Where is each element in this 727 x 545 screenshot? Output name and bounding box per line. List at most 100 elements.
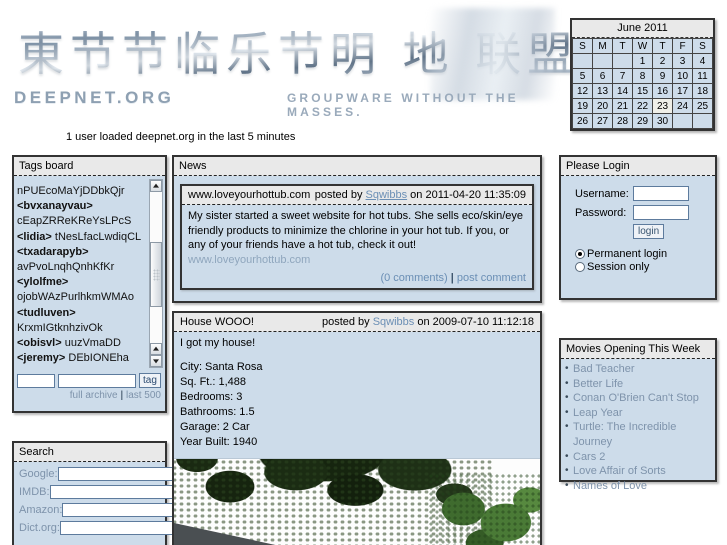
news-panel: News www.loveyourhottub.com posted by Sq… bbox=[172, 155, 542, 303]
calendar-day[interactable]: 11 bbox=[692, 68, 713, 84]
list-item[interactable]: Leap Year bbox=[565, 406, 715, 421]
calendar-weekday-row: S M T W T F S bbox=[572, 38, 713, 54]
scroll-up-icon[interactable] bbox=[150, 180, 162, 192]
scroll-up-icon[interactable] bbox=[150, 343, 162, 355]
list-item[interactable]: Conan O'Brien Can't Stop bbox=[565, 391, 715, 406]
calendar-day[interactable]: 2 bbox=[652, 53, 673, 69]
news-post-comments-link[interactable]: (0 comments) bbox=[380, 272, 447, 284]
calendar-day[interactable]: 27 bbox=[592, 113, 613, 129]
movies-panel-title: Movies Opening This Week bbox=[561, 340, 715, 359]
on-label: on bbox=[417, 316, 430, 328]
session-only-option[interactable]: Session only bbox=[575, 261, 709, 273]
calendar-widget[interactable]: June 2011 S M T W T F S 1 2 3 4 5 6 7 8 … bbox=[570, 18, 715, 131]
login-form: Username: Password: login Permanent logi… bbox=[561, 176, 715, 278]
tags-board-title: Tags board bbox=[14, 157, 165, 176]
movie-link[interactable]: Cars 2 bbox=[573, 451, 605, 463]
tags-board-scrollbar[interactable] bbox=[149, 179, 163, 368]
list-item[interactable]: Cars 2 bbox=[565, 450, 715, 465]
search-panel-title: Search bbox=[14, 443, 165, 462]
list-item[interactable]: Turtle: The Incredible Journey bbox=[565, 420, 715, 449]
tag-name-field-wrap bbox=[17, 373, 55, 388]
calendar-day[interactable]: 20 bbox=[592, 98, 613, 114]
tag-submit-button[interactable]: tag bbox=[139, 373, 161, 388]
search-row-amazon: Amazon: Go bbox=[19, 502, 225, 517]
calendar-day[interactable]: 6 bbox=[592, 68, 613, 84]
radio-selected-icon[interactable] bbox=[575, 249, 585, 259]
calendar-weekday: S bbox=[692, 38, 713, 54]
calendar-day[interactable]: 30 bbox=[652, 113, 673, 129]
tag-name-input[interactable] bbox=[17, 373, 55, 388]
news-post-header: www.loveyourhottub.com posted by Sqwibbs… bbox=[182, 186, 532, 205]
user-count-line: 1 user loaded deepnet.org in the last 5 … bbox=[66, 131, 296, 143]
permanent-login-option[interactable]: Permanent login bbox=[575, 248, 709, 260]
scrollbar-thumb[interactable] bbox=[150, 242, 162, 307]
password-input[interactable] bbox=[633, 205, 689, 220]
calendar-day[interactable]: 3 bbox=[672, 53, 693, 69]
username-input[interactable] bbox=[633, 186, 689, 201]
calendar-day[interactable]: 17 bbox=[672, 83, 693, 99]
movie-link[interactable]: Better Life bbox=[573, 378, 623, 390]
calendar-week-row: 19 20 21 22 23 24 25 bbox=[572, 98, 713, 114]
site-wordmark: DEEPNET.ORG bbox=[14, 88, 175, 107]
calendar-day[interactable]: 22 bbox=[632, 98, 653, 114]
radio-unselected-icon[interactable] bbox=[575, 262, 585, 272]
calendar-day[interactable]: 12 bbox=[572, 83, 593, 99]
list-item[interactable]: Bad Teacher bbox=[565, 362, 715, 377]
full-archive-link[interactable]: full archive bbox=[70, 390, 118, 401]
list-item[interactable]: Better Life bbox=[565, 377, 715, 392]
scroll-down-icon[interactable] bbox=[150, 355, 162, 367]
calendar-day[interactable]: 14 bbox=[612, 83, 633, 99]
calendar-day[interactable]: 8 bbox=[632, 68, 653, 84]
calendar-day[interactable]: 21 bbox=[612, 98, 633, 114]
calendar-day[interactable]: 24 bbox=[672, 98, 693, 114]
news-panel-title: News bbox=[174, 157, 540, 176]
scrollbar-bottom-buttons[interactable] bbox=[150, 343, 162, 367]
news-post-text: My sister started a sweet website for ho… bbox=[188, 210, 524, 252]
calendar-day[interactable]: 4 bbox=[692, 53, 713, 69]
news-post-meta: posted by Sqwibbs on 2011-04-20 11:35:09 bbox=[315, 189, 526, 201]
list-item[interactable]: Love Affair of Sorts bbox=[565, 464, 715, 479]
calendar-day[interactable]: 26 bbox=[572, 113, 593, 129]
movie-link[interactable]: Turtle: The Incredible Journey bbox=[573, 421, 676, 448]
login-submit-button[interactable]: login bbox=[633, 224, 665, 239]
news-post-body-link[interactable]: www.loveyourhottub.com bbox=[188, 254, 310, 266]
search-input-imdb[interactable] bbox=[49, 484, 188, 499]
calendar-day[interactable]: 25 bbox=[692, 98, 713, 114]
news-post-author-link[interactable]: Sqwibbs bbox=[366, 189, 408, 201]
calendar-day[interactable]: 7 bbox=[612, 68, 633, 84]
news-post2-blank-line bbox=[180, 351, 534, 360]
calendar-day-today[interactable]: 23 bbox=[652, 98, 673, 114]
links-separator: | bbox=[120, 390, 124, 401]
tag-entry-text: KrxmIGtknhzivOk bbox=[17, 321, 103, 334]
tag-submit-row: tag bbox=[14, 371, 165, 388]
movie-link[interactable]: Leap Year bbox=[573, 407, 623, 419]
movie-link[interactable]: Names of Love bbox=[573, 480, 647, 492]
site-tagline: GROUPWARE WITHOUT THE MASSES. bbox=[287, 91, 519, 119]
calendar-day[interactable]: 28 bbox=[612, 113, 633, 129]
calendar-day[interactable]: 29 bbox=[632, 113, 653, 129]
tag-entry-nick: <bvxanayvau> bbox=[17, 200, 93, 213]
calendar-day[interactable]: 15 bbox=[632, 83, 653, 99]
calendar-day[interactable]: 1 bbox=[632, 53, 653, 69]
news-post2-line-intro: I got my house! bbox=[180, 337, 256, 349]
list-item[interactable]: Names of Love bbox=[565, 479, 715, 494]
calendar-day[interactable]: 9 bbox=[652, 68, 673, 84]
calendar-day-empty bbox=[672, 113, 693, 129]
on-label: on bbox=[410, 189, 423, 201]
calendar-day[interactable]: 16 bbox=[652, 83, 673, 99]
movie-link[interactable]: Conan O'Brien Can't Stop bbox=[573, 392, 699, 404]
tag-entry-text: nPUEcoMaYjDDbkQjr bbox=[17, 185, 125, 197]
login-username-row: Username: bbox=[567, 186, 709, 201]
calendar-day[interactable]: 13 bbox=[592, 83, 613, 99]
news-post2-author-link[interactable]: Sqwibbs bbox=[373, 316, 415, 328]
news-post-comment-link[interactable]: post comment bbox=[457, 272, 526, 284]
calendar-day[interactable]: 5 bbox=[572, 68, 593, 84]
calendar-day[interactable]: 18 bbox=[692, 83, 713, 99]
movie-link[interactable]: Bad Teacher bbox=[573, 363, 635, 375]
movie-link[interactable]: Love Affair of Sorts bbox=[573, 465, 666, 477]
calendar-day[interactable]: 10 bbox=[672, 68, 693, 84]
last-500-link[interactable]: last 500 bbox=[126, 390, 161, 401]
calendar-day[interactable]: 19 bbox=[572, 98, 593, 114]
tag-message-input[interactable] bbox=[58, 373, 136, 388]
posted-by-label: posted by bbox=[314, 189, 363, 201]
